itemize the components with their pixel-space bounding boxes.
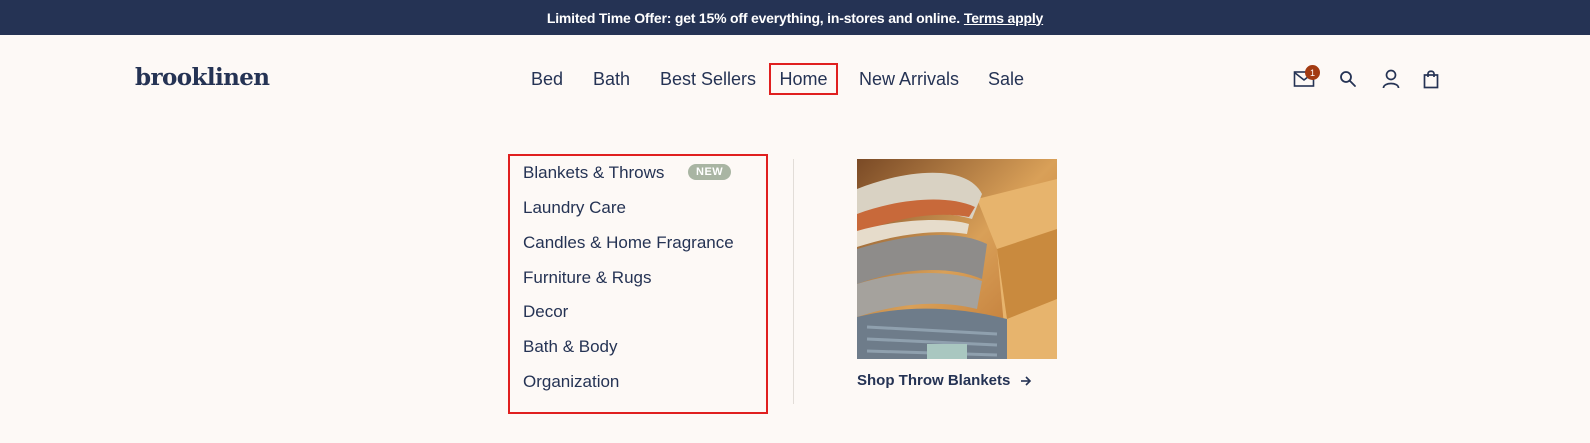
throw-blankets-image[interactable] — [857, 159, 1057, 359]
shop-throw-blankets-link[interactable]: Shop Throw Blankets — [857, 372, 1032, 389]
menu-item-label: Blankets & Throws — [523, 163, 665, 182]
account-button[interactable] — [1378, 66, 1404, 92]
search-icon — [1340, 71, 1356, 87]
feature-link-label: Shop Throw Blankets — [857, 372, 1011, 389]
cart-button[interactable] — [1418, 66, 1444, 92]
home-dropdown-menu: Blankets & Throws NEW Laundry Care Candl… — [508, 154, 768, 414]
cart-icon — [1423, 70, 1439, 89]
menu-item-furniture-rugs[interactable]: Furniture & Rugs — [523, 268, 652, 288]
nav-item-sale[interactable]: Sale — [988, 63, 1024, 95]
menu-item-candles-home-fragrance[interactable]: Candles & Home Fragrance — [523, 233, 734, 253]
menu-item-decor[interactable]: Decor — [523, 302, 568, 322]
mail-count-badge: 1 — [1305, 65, 1320, 80]
menu-divider — [793, 159, 794, 404]
promo-bar: Limited Time Offer: get 15% off everythi… — [0, 0, 1590, 35]
nav-item-best-sellers[interactable]: Best Sellers — [660, 63, 756, 95]
nav-item-new-arrivals[interactable]: New Arrivals — [859, 63, 959, 95]
nav-item-bath[interactable]: Bath — [593, 63, 630, 95]
nav-item-home[interactable]: Home — [769, 63, 838, 95]
terms-link[interactable]: Terms apply — [964, 10, 1043, 26]
search-button[interactable] — [1335, 66, 1361, 92]
menu-item-blankets-throws[interactable]: Blankets & Throws NEW — [523, 163, 732, 183]
nav-item-bed[interactable]: Bed — [531, 63, 563, 95]
new-badge: NEW — [688, 164, 732, 180]
arrow-right-icon — [1020, 375, 1032, 387]
menu-item-organization[interactable]: Organization — [523, 372, 619, 392]
menu-item-bath-body[interactable]: Bath & Body — [523, 337, 618, 357]
promo-text: Limited Time Offer: get 15% off everythi… — [546, 9, 960, 26]
menu-item-laundry-care[interactable]: Laundry Care — [523, 198, 626, 218]
account-icon — [1382, 69, 1400, 89]
